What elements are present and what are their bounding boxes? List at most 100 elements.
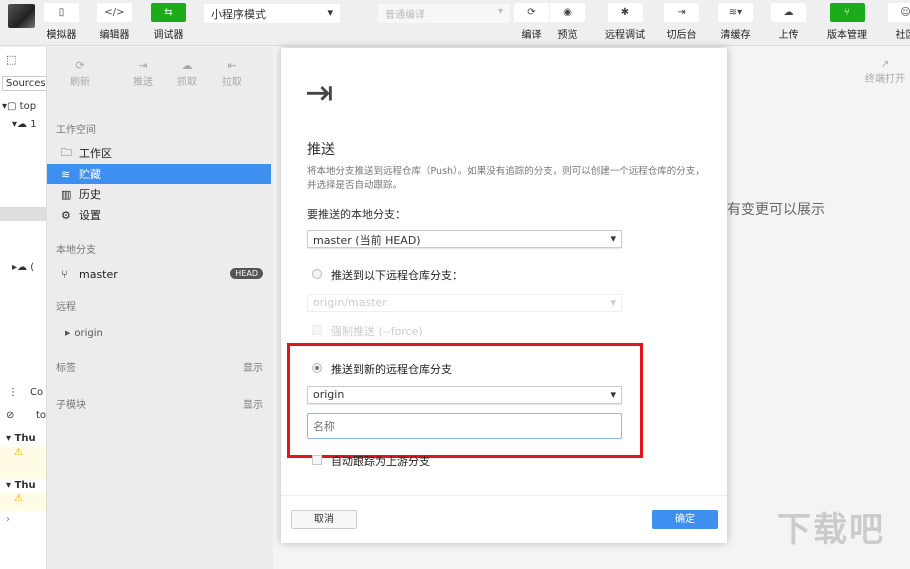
section-title: 工作空间 — [56, 125, 96, 136]
section-title: 远程 — [56, 302, 76, 313]
terminal-open-button[interactable]: ↗ 终端打开 — [860, 59, 910, 85]
submodules-show-link[interactable]: 显示 — [243, 396, 263, 411]
version-button[interactable]: ⑂ 版本管理 — [827, 3, 867, 41]
cancel-button[interactable]: 取消 — [291, 510, 357, 529]
refresh-icon: ⟳ — [514, 3, 549, 22]
community-button[interactable]: ☺社区 — [888, 3, 910, 41]
refresh-icon: ⟳ — [75, 59, 85, 72]
sidebar-item-stash[interactable]: ≋ 贮藏 — [47, 164, 271, 184]
preview-button[interactable]: ◉ 预览 — [550, 3, 585, 41]
track-checkbox[interactable] — [312, 455, 322, 465]
warning-icon: ⚠ — [14, 493, 23, 504]
local-branch-select[interactable]: master (当前 HEAD) ▾ — [307, 230, 622, 248]
push-button[interactable]: ⇥ 推送 — [121, 59, 165, 88]
code-icon: </> — [97, 3, 132, 22]
context-select[interactable]: to — [36, 410, 46, 421]
caret-down-icon: ▾ — [610, 388, 616, 401]
console-tab[interactable]: Co — [30, 387, 43, 398]
tree-item[interactable]: ▸☁ ( — [12, 262, 34, 273]
local-branch-label: 要推送的本地分支： — [307, 208, 406, 221]
tags-show-link[interactable]: 显示 — [243, 359, 263, 374]
tree-item[interactable]: ▾☁ 1 — [12, 119, 37, 130]
gear-icon: ⚙ — [61, 208, 71, 222]
watermark-logo: 下载吧 — [777, 510, 885, 550]
footer-divider — [281, 495, 727, 496]
sidebar-item-settings[interactable]: ⚙ 设置 — [47, 205, 271, 225]
sidebar-item-workspace[interactable]: 🗀 工作区 — [47, 143, 271, 163]
confirm-button[interactable]: 确定 — [652, 510, 718, 529]
warning-row: ⚠ — [0, 447, 46, 479]
section-title: 标签 — [56, 363, 76, 374]
clear-cache-button[interactable]: ≋▾ 清缓存 — [718, 3, 753, 41]
sources-tab[interactable]: Sources — [2, 76, 46, 91]
existing-remote-radio[interactable] — [312, 269, 322, 279]
fetch-button[interactable]: ☁ 抓取 — [165, 59, 209, 88]
refresh-button[interactable]: ⟳ 刷新 — [58, 59, 102, 88]
git-sidebar: ⟳ 刷新 ⇥ 推送 ☁ 抓取 ⇤ 拉取 工作空间 🗀 工作区 ≋ 贮藏 ▥ 历史 ⚙ 设置 本地… — [47, 47, 273, 569]
existing-remote-label: 推送到以下远程仓库分支： — [331, 269, 463, 282]
branch-icon: ⑂ — [829, 3, 865, 22]
upload-button[interactable]: ☁ 上传 — [771, 3, 806, 41]
caret-right-icon: ▶ — [65, 329, 71, 337]
clear-icon[interactable]: ⊘ — [6, 410, 14, 421]
compile-select[interactable]: 普通编译 ▾ — [378, 4, 510, 23]
layers-icon: ≋▾ — [718, 3, 753, 22]
push-dialog: ⇥ 推送 将本地分支推送到远程仓库（Push）。如果没有追踪的分支，则可以创建一… — [281, 48, 727, 543]
compile-button[interactable]: ⟳ 编译 — [514, 3, 549, 41]
cloud-icon: ☁ — [181, 59, 193, 72]
inspect-icon[interactable]: ⬚ — [6, 53, 16, 66]
remote-origin[interactable]: ▶ origin — [47, 323, 271, 343]
track-label: 自动跟踪为上游分支 — [331, 455, 430, 468]
cloud-upload-icon: ☁ — [771, 3, 806, 22]
head-badge: HEAD — [230, 268, 263, 279]
layers-icon: ≋ — [61, 167, 71, 181]
debugger-button[interactable]: ⇆ 调试器 — [151, 3, 186, 41]
simulator-button[interactable]: ▯ 模拟器 — [44, 3, 79, 41]
warning-row: ⚠ — [0, 493, 46, 511]
warning-icon: ⚠ — [14, 447, 23, 458]
log-group[interactable]: ▾ Thu — [6, 480, 36, 491]
avatar[interactable] — [8, 4, 35, 28]
new-remote-select[interactable]: origin ▾ — [307, 386, 622, 404]
new-remote-radio[interactable] — [312, 363, 322, 373]
push-icon: ⇥ — [138, 59, 148, 72]
history-icon: ▥ — [61, 187, 72, 201]
tree-item[interactable]: ▾▢ top — [2, 101, 36, 112]
switch-icon: ⇥ — [664, 3, 699, 22]
push-icon: ⇥ — [305, 73, 334, 113]
mode-select[interactable]: 小程序模式 ▾ — [204, 4, 340, 23]
folder-icon: 🗀 — [61, 145, 72, 159]
new-remote-label: 推送到新的远程仓库分支 — [331, 363, 452, 376]
phone-icon: ▯ — [44, 3, 79, 22]
dialog-description: 将本地分支推送到远程仓库（Push）。如果没有追踪的分支，则可以创建一个远程仓库… — [307, 166, 705, 191]
eye-icon: ◉ — [550, 3, 585, 22]
remote-debug-button[interactable]: ✱ 远程调试 — [605, 3, 645, 41]
dialog-title: 推送 — [307, 142, 335, 158]
log-group[interactable]: ▾ Thu — [6, 433, 36, 444]
caret-down-icon: ▾ — [327, 6, 333, 19]
chat-icon: ☺ — [888, 3, 910, 22]
right-panel: ↗ 终端打开 有变更可以展示 下载吧 — [727, 47, 910, 569]
background-button[interactable]: ⇥ 切后台 — [664, 3, 699, 41]
section-title: 子模块 — [56, 400, 86, 411]
section-title: 本地分支 — [56, 245, 96, 256]
menu-icon[interactable]: ⋮ — [8, 387, 18, 398]
pull-button[interactable]: ⇤ 拉取 — [210, 59, 254, 88]
caret-down-icon: ▾ — [610, 296, 616, 309]
remote-branch-select: origin/master ▾ — [307, 294, 622, 312]
force-checkbox — [312, 325, 322, 335]
prompt-icon[interactable]: › — [6, 514, 10, 525]
branch-name-input[interactable] — [307, 413, 622, 439]
sidebar-item-history[interactable]: ▥ 历史 — [47, 184, 271, 204]
caret-down-icon: ▾ — [497, 6, 503, 17]
external-link-icon: ↗ — [880, 59, 890, 70]
bug-icon: ✱ — [607, 3, 643, 22]
pull-icon: ⇤ — [227, 59, 237, 72]
debug-icon: ⇆ — [151, 3, 186, 22]
selected-row — [0, 207, 46, 221]
force-label: 强制推送 (--force) — [331, 325, 423, 338]
caret-down-icon: ▾ — [610, 232, 616, 245]
devtools-panel: ⬚ Sources ▾▢ top ▾☁ 1 ▸☁ ( ⋮ Co ⊘ to ▾ T… — [0, 47, 47, 569]
editor-button[interactable]: </> 编辑器 — [97, 3, 132, 41]
top-toolbar: ▯ 模拟器 </> 编辑器 ⇆ 调试器 小程序模式 ▾ 普通编译 ▾ ⟳ 编译 ◉ 预览 ✱ 远… — [0, 0, 910, 46]
